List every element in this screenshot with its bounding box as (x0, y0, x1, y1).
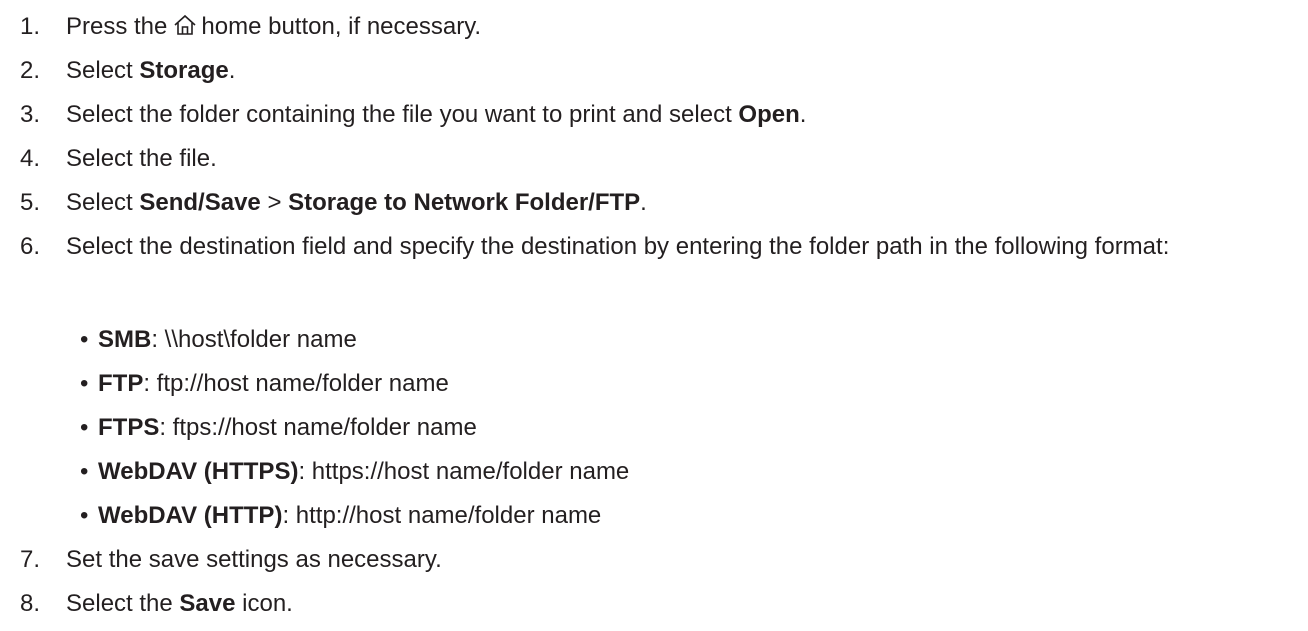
bullet: • (80, 458, 89, 485)
bullet: • (80, 502, 89, 529)
step-number: 4. (19, 145, 40, 172)
step-number: 6. (19, 233, 40, 260)
step-number: 7. (19, 546, 40, 573)
home-icon (173, 10, 197, 35)
step-number: 2. (19, 57, 40, 84)
bullet: • (80, 326, 89, 353)
instructions-page: 1. Press the home button, if necessary. 2… (0, 0, 1308, 631)
bullet: • (80, 370, 89, 397)
step-number: 3. (19, 101, 40, 128)
step-number: 5. (19, 189, 40, 216)
step-number: 1. (19, 13, 40, 40)
step-number: 8. (19, 590, 40, 617)
bullet: • (80, 414, 89, 441)
